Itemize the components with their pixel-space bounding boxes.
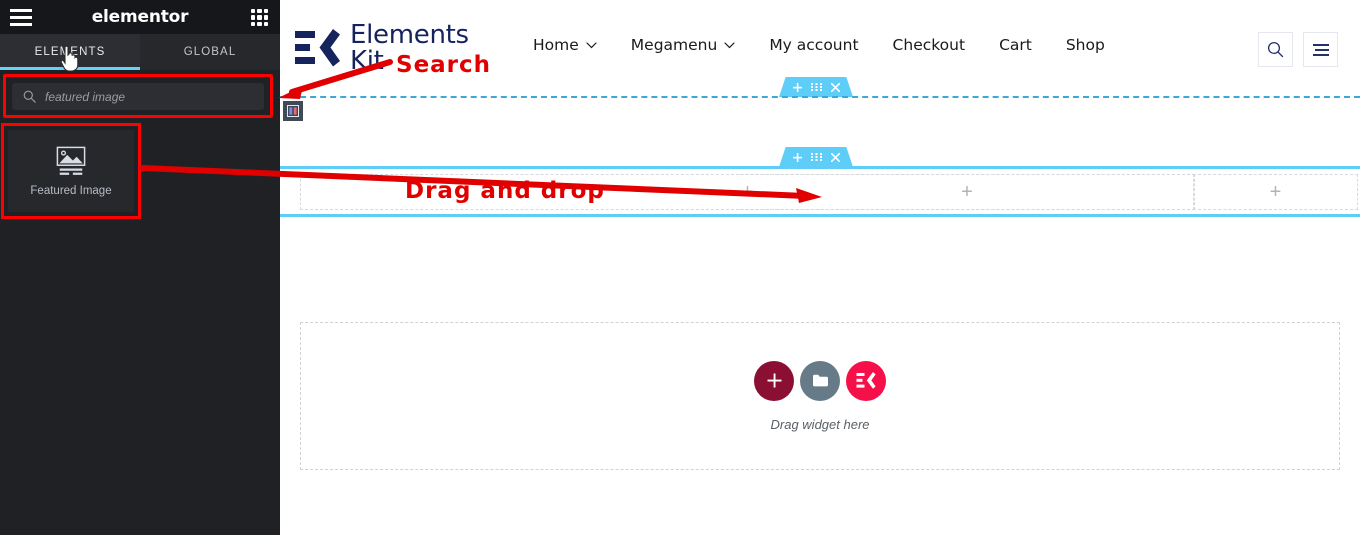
panel-header: elementor <box>0 0 280 34</box>
chevron-down-icon <box>724 41 735 48</box>
elementor-editor-screen: elementor ELEMENTS GLOBAL featured image… <box>0 0 1360 535</box>
plus-icon: + <box>1269 181 1282 203</box>
section-2-top-outline <box>280 166 1360 169</box>
tab-elements[interactable]: ELEMENTS <box>0 34 140 70</box>
section-handle-1[interactable] <box>779 77 853 97</box>
close-icon <box>830 152 840 162</box>
site-nav: Home Megamenu My account Checkout Cart S… <box>516 36 1122 54</box>
tab-global-label: GLOBAL <box>183 46 237 58</box>
elementskit-logo-icon <box>295 29 340 67</box>
tab-global[interactable]: GLOBAL <box>140 34 280 70</box>
nav-item-cart[interactable]: Cart <box>982 36 1049 54</box>
offcanvas-toggle-button[interactable] <box>1303 32 1338 67</box>
elementskit-logo-icon <box>856 372 876 389</box>
search-input-value: featured image <box>45 89 126 104</box>
nav-item-megamenu-label: Megamenu <box>630 36 718 54</box>
dots-grid-icon <box>810 83 822 91</box>
panel-tabs: ELEMENTS GLOBAL <box>0 34 280 72</box>
columns-icon <box>287 105 299 117</box>
nav-item-my-account-label: My account <box>769 36 859 54</box>
hamburger-icon <box>1312 43 1329 56</box>
section-handle-2[interactable] <box>779 147 853 167</box>
add-template-button[interactable] <box>800 360 840 401</box>
drop-area-buttons <box>754 360 886 401</box>
plus-icon: + <box>961 181 973 203</box>
search-icon <box>1267 41 1284 58</box>
column-placeholder-2[interactable]: + <box>740 174 1195 210</box>
elementskit-library-button[interactable] <box>846 360 886 401</box>
site-logo-text: Elements Kit <box>350 22 469 74</box>
widget-drop-area[interactable]: Drag widget here <box>300 322 1340 470</box>
plus-icon <box>767 373 781 388</box>
section-1-top-outline <box>280 96 1360 98</box>
nav-item-shop-label: Shop <box>1065 36 1105 54</box>
site-logo[interactable]: Elements Kit <box>295 22 469 74</box>
panel-title: elementor <box>91 7 189 27</box>
plus-icon <box>792 152 802 162</box>
folder-icon <box>812 374 828 387</box>
drop-area-label: Drag widget here <box>770 416 870 432</box>
column-placeholder-3[interactable]: + <box>1193 174 1358 210</box>
nav-item-megamenu[interactable]: Megamenu <box>614 36 753 54</box>
tab-elements-label: ELEMENTS <box>34 46 106 58</box>
column-tool-button[interactable] <box>283 101 303 121</box>
hamburger-icon[interactable] <box>10 9 32 26</box>
image-widget-icon <box>56 146 86 175</box>
site-logo-line2: Kit <box>350 46 384 76</box>
nav-item-cart-label: Cart <box>999 36 1032 54</box>
add-new-section-button[interactable] <box>754 360 794 401</box>
chevron-down-icon <box>586 41 597 48</box>
apps-grid-icon[interactable] <box>251 9 268 26</box>
widget-search-area: featured image <box>0 74 280 120</box>
nav-item-my-account[interactable]: My account <box>752 36 875 54</box>
nav-item-checkout-label: Checkout <box>892 36 966 54</box>
section-2-bottom-outline <box>280 214 1360 217</box>
header-actions <box>1258 32 1338 67</box>
nav-item-checkout[interactable]: Checkout <box>876 36 983 54</box>
nav-item-home[interactable]: Home <box>516 36 614 54</box>
widget-featured-image-label: Featured Image <box>30 184 112 197</box>
elementor-left-panel: elementor ELEMENTS GLOBAL featured image… <box>0 0 293 535</box>
dots-grid-icon <box>810 153 822 161</box>
plus-icon <box>792 82 802 92</box>
search-input[interactable]: featured image <box>12 83 264 110</box>
widget-featured-image[interactable]: Featured Image <box>8 130 134 212</box>
search-toggle-button[interactable] <box>1258 32 1293 67</box>
close-icon <box>830 82 840 92</box>
search-icon <box>23 90 36 103</box>
nav-item-shop[interactable]: Shop <box>1049 36 1122 54</box>
site-logo-line1: Elements <box>350 20 469 50</box>
editor-canvas: Elements Kit Home Megamenu My account Ch… <box>280 0 1360 535</box>
nav-item-home-label: Home <box>533 36 579 54</box>
